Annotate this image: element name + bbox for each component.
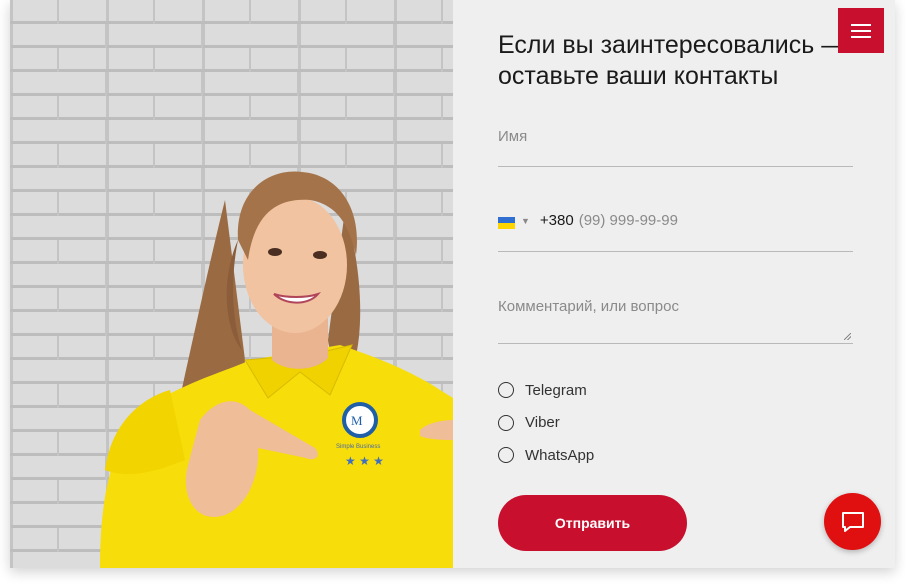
woman-in-yellow-shirt-illustration: M Simple Business ★ ★ ★	[10, 0, 453, 568]
submit-button[interactable]: Отправить	[498, 495, 687, 551]
menu-button[interactable]	[838, 8, 884, 53]
phone-input[interactable]	[578, 212, 819, 229]
phone-field-wrapper: ▼ +380	[498, 212, 853, 252]
radio-viber[interactable]: Viber	[498, 413, 594, 433]
form-heading: Если вы заинтересовались — оставьте ваши…	[498, 31, 847, 90]
contact-card: M Simple Business ★ ★ ★ Если вы заинтере…	[10, 0, 895, 568]
radio-label: WhatsApp	[525, 446, 595, 464]
name-input[interactable]	[498, 128, 853, 145]
radio-circle-icon[interactable]	[498, 447, 514, 463]
hero-photo: M Simple Business ★ ★ ★	[10, 0, 453, 568]
chat-button[interactable]	[824, 493, 881, 550]
radio-circle-icon[interactable]	[498, 414, 514, 431]
radio-telegram[interactable]: Telegram	[498, 380, 594, 400]
name-field-wrapper	[498, 128, 853, 167]
ukraine-flag-icon[interactable]	[498, 217, 515, 229]
comment-textarea[interactable]	[498, 298, 853, 332]
radio-label: Telegram	[525, 381, 587, 399]
textarea-resize-handle[interactable]	[844, 333, 851, 340]
svg-text:M: M	[351, 413, 363, 428]
messenger-options: Telegram Viber WhatsApp	[498, 380, 594, 478]
chat-bubble-icon	[841, 511, 864, 532]
radio-circle-icon[interactable]	[498, 382, 514, 398]
radio-whatsapp[interactable]: WhatsApp	[498, 445, 594, 465]
svg-text:★ ★ ★: ★ ★ ★	[345, 454, 384, 468]
shirt-logo-text: Simple Business	[336, 444, 380, 450]
hamburger-menu-icon	[851, 23, 871, 26]
radio-label: Viber	[525, 414, 560, 431]
country-dropdown-caret-icon[interactable]: ▼	[521, 216, 530, 226]
phone-country-code: +380	[539, 212, 574, 229]
contact-form: Если вы заинтересовались — оставьте ваши…	[453, 0, 895, 568]
comment-field-wrapper	[498, 298, 853, 344]
